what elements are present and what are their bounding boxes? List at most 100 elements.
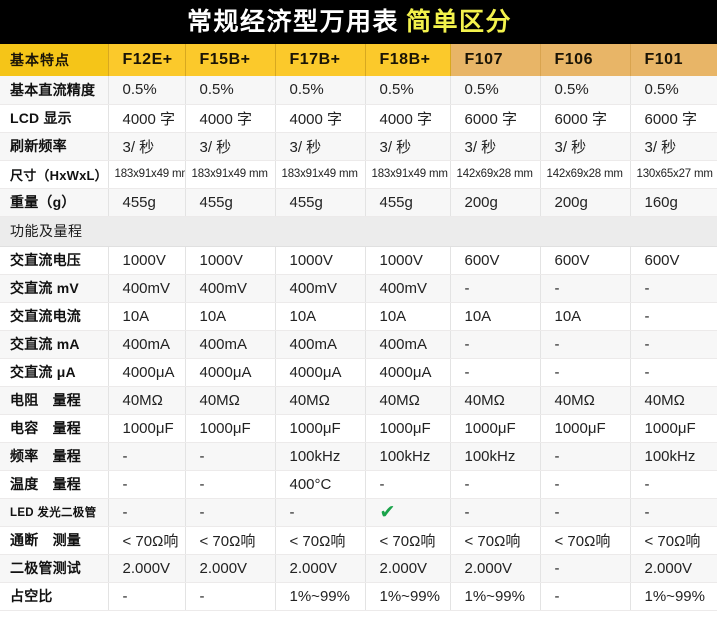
- cell-交直流-a-f106: -: [540, 358, 631, 387]
- cell-交直流电流-f101: -: [630, 302, 717, 331]
- table-row: 通断 测量 < 70Ω响 < 70Ω响 < 70Ω响 < 70Ω响 < 70Ω响 < 70Ω…: [0, 526, 717, 555]
- cell-二极管测试-f107: 2.000V: [450, 554, 541, 583]
- cell-交直流-a-f107: -: [450, 358, 541, 387]
- table-header-row: 基本特点 F12E+ F15B+ F17B+ F18B+ F107 F106 F…: [0, 44, 717, 76]
- cell-交直流-a-f18b-: 4000μA: [365, 358, 451, 387]
- row-label-交直流-mv: 交直流 mV: [0, 274, 109, 303]
- cell-交直流-ma-f15b-: 400mA: [185, 330, 276, 359]
- cell-交直流电压-f101: 600V: [630, 246, 717, 275]
- cell-基本直流精度-f12e-: 0.5%: [108, 76, 186, 105]
- cell-电阻-量程-f15b-: 40MΩ: [185, 386, 276, 415]
- cell-占空比-f101: 1%~99%: [630, 582, 717, 611]
- table-row: 基本直流精度 0.5% 0.5% 0.5% 0.5% 0.5% 0.5% 0.5%: [0, 76, 717, 105]
- table-body: 基本直流精度 0.5% 0.5% 0.5% 0.5% 0.5% 0.5% 0.5% LCD 显示…: [0, 76, 717, 611]
- cell-交直流电压-f18b-: 1000V: [365, 246, 451, 275]
- cell-led-发光二极管-f107: -: [450, 498, 541, 527]
- row-label-二极管测试: 二极管测试: [0, 554, 109, 583]
- cell-lcd-显示-f106: 6000 字: [540, 104, 631, 133]
- cell-刷新频率-f12e-: 3/ 秒: [108, 132, 186, 161]
- cell-电容-量程-f18b-: 1000μF: [365, 414, 451, 443]
- cell-占空比-f15b-: -: [185, 582, 276, 611]
- header-col-f12e: F12E+: [108, 44, 186, 76]
- cell-温度-量程-f12e-: -: [108, 470, 186, 499]
- cell-刷新频率-f106: 3/ 秒: [540, 132, 631, 161]
- cell-温度-量程-f107: -: [450, 470, 541, 499]
- cell-重量-g--f15b-: 455g: [185, 188, 276, 217]
- cell-lcd-显示-f17b-: 4000 字: [275, 104, 366, 133]
- cell-电容-量程-f17b-: 1000μF: [275, 414, 366, 443]
- cell-通断-测量-f18b-: < 70Ω响: [365, 526, 451, 555]
- header-col-f106: F106: [540, 44, 631, 76]
- cell-led-发光二极管-f17b-: -: [275, 498, 366, 527]
- cell-lcd-显示-f15b-: 4000 字: [185, 104, 276, 133]
- cell-二极管测试-f18b-: 2.000V: [365, 554, 451, 583]
- row-label-频率-量程: 频率 量程: [0, 442, 109, 471]
- row-label-占空比: 占空比: [0, 582, 109, 611]
- cell-温度-量程-f101: -: [630, 470, 717, 499]
- table-row: 交直流 μA 4000μA 4000μA 4000μA 4000μA - - -: [0, 358, 717, 387]
- cell-基本直流精度-f18b-: 0.5%: [365, 76, 451, 105]
- table-row: 刷新频率 3/ 秒 3/ 秒 3/ 秒 3/ 秒 3/ 秒 3/ 秒 3/ 秒: [0, 132, 717, 161]
- cell-交直流-ma-f106: -: [540, 330, 631, 359]
- cell-温度-量程-f18b-: -: [365, 470, 451, 499]
- table-row: 占空比 - -1%~99% 1%~99% 1%~99% -1%~99%: [0, 582, 717, 611]
- cell-电容-量程-f12e-: 1000μF: [108, 414, 186, 443]
- cell-电阻-量程-f12e-: 40MΩ: [108, 386, 186, 415]
- cell-温度-量程-f17b-: 400°C: [275, 470, 366, 499]
- cell-交直流电流-f107: 10A: [450, 302, 541, 331]
- title-banner: 常规经济型万用表 简单区分: [0, 0, 717, 44]
- cell-交直流-ma-f18b-: 400mA: [365, 330, 451, 359]
- row-label-电容-量程: 电容 量程: [0, 414, 109, 443]
- cell-尺寸-hxwxl--f17b-: 183x91x49 mm: [275, 160, 366, 189]
- row-label-交直流-ma: 交直流 mA: [0, 330, 109, 359]
- cell-交直流电压-f15b-: 1000V: [185, 246, 276, 275]
- cell-交直流电流-f12e-: 10A: [108, 302, 186, 331]
- cell-交直流-mv-f17b-: 400mV: [275, 274, 366, 303]
- row-label-通断-测量: 通断 测量: [0, 526, 109, 555]
- table-row: 交直流电压 1000V 1000V 1000V 1000V 600V 600V 600V: [0, 246, 717, 275]
- row-label-刷新频率: 刷新频率: [0, 132, 109, 161]
- spec-sheet-page: 常规经济型万用表 简单区分 基本特点 F12E+ F15B+ F17B+ F18…: [0, 0, 717, 641]
- row-label-尺寸-hxwxl-: 尺寸（HxWxL）: [0, 160, 109, 189]
- cell-led-发光二极管-f15b-: -: [185, 498, 276, 527]
- cell-基本直流精度-f17b-: 0.5%: [275, 76, 366, 105]
- banner-title-main: 常规经济型万用表: [186, 7, 399, 36]
- cell-交直流电压-f107: 600V: [450, 246, 541, 275]
- cell-交直流电流-f17b-: 10A: [275, 302, 366, 331]
- cell-通断-测量-f12e-: < 70Ω响: [108, 526, 186, 555]
- cell-占空比-f18b-: 1%~99%: [365, 582, 451, 611]
- table-row: 交直流 mA 400mA 400mA 400mA 400mA - - -: [0, 330, 717, 359]
- cell-led-发光二极管-f101: -: [630, 498, 717, 527]
- cell-交直流-a-f17b-: 4000μA: [275, 358, 366, 387]
- cell-交直流电流-f18b-: 10A: [365, 302, 451, 331]
- table-row: 交直流电流 10A 10A 10A 10A 10A 10A -: [0, 302, 717, 331]
- cell-尺寸-hxwxl--f18b-: 183x91x49 mm: [365, 160, 451, 189]
- cell-刷新频率-f101: 3/ 秒: [630, 132, 717, 161]
- header-col-f15b: F15B+: [185, 44, 276, 76]
- cell-lcd-显示-f101: 6000 字: [630, 104, 717, 133]
- cell-led-发光二极管-f18b-: ✔: [365, 498, 451, 527]
- row-label-交直流-a: 交直流 μA: [0, 358, 109, 387]
- cell-电阻-量程-f18b-: 40MΩ: [365, 386, 451, 415]
- cell-交直流-a-f101: -: [630, 358, 717, 387]
- table-row: 温度 量程 - -400°C - - - -: [0, 470, 717, 499]
- cell-交直流-mv-f18b-: 400mV: [365, 274, 451, 303]
- row-label-lcd-显示: LCD 显示: [0, 104, 109, 133]
- specification-table: 基本特点 F12E+ F15B+ F17B+ F18B+ F107 F106 F…: [0, 44, 717, 611]
- cell-二极管测试-f17b-: 2.000V: [275, 554, 366, 583]
- cell-占空比-f12e-: -: [108, 582, 186, 611]
- cell-交直流-mv-f101: -: [630, 274, 717, 303]
- page-bottom-spacer: [0, 610, 717, 629]
- cell-频率-量程-f107: 100kHz: [450, 442, 541, 471]
- table-row: 尺寸（HxWxL） 183x91x49 mm 183x91x49 mm 183x91x…: [0, 160, 717, 189]
- cell-通断-测量-f106: < 70Ω响: [540, 526, 631, 555]
- cell-重量-g--f17b-: 455g: [275, 188, 366, 217]
- row-label-led-发光二极管: LED 发光二极管: [0, 498, 109, 527]
- cell-交直流-a-f12e-: 4000μA: [108, 358, 186, 387]
- cell-二极管测试-f101: 2.000V: [630, 554, 717, 583]
- table-row: 二极管测试 2.000V 2.000V 2.000V 2.000V 2.000V -2.00…: [0, 554, 717, 583]
- cell-刷新频率-f107: 3/ 秒: [450, 132, 541, 161]
- cell-刷新频率-f17b-: 3/ 秒: [275, 132, 366, 161]
- cell-重量-g--f107: 200g: [450, 188, 541, 217]
- cell-基本直流精度-f107: 0.5%: [450, 76, 541, 105]
